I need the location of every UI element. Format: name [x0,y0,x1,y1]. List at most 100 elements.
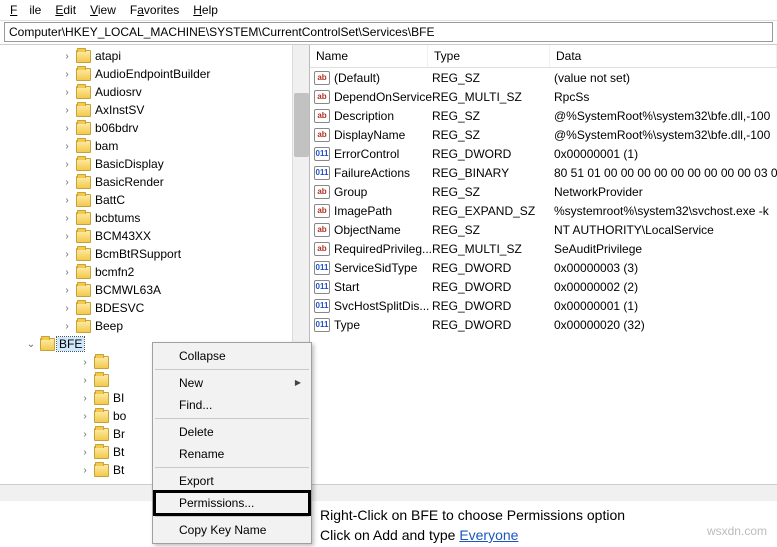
col-header-type[interactable]: Type [428,45,550,67]
ctx-collapse[interactable]: Collapse [155,345,309,367]
expand-icon[interactable]: › [60,231,74,242]
ctx-rename[interactable]: Rename [155,443,309,465]
expand-icon[interactable]: › [78,357,92,368]
tree-item[interactable]: ›AxInstSV [60,101,309,119]
folder-icon [76,50,91,63]
expand-icon[interactable]: › [60,69,74,80]
ctx-copy-key-name[interactable]: Copy Key Name [155,519,309,541]
tree-item[interactable]: › BcmBtRSupport [60,245,309,263]
value-name: Description [334,109,394,123]
col-header-data[interactable]: Data [550,45,777,67]
binary-value-icon: 011 [314,299,330,313]
expand-icon[interactable]: › [78,429,92,440]
value-row[interactable]: abImagePathREG_EXPAND_SZ%systemroot%\sys… [310,201,777,220]
menu-edit[interactable]: Edit [49,2,82,18]
list-header: Name Type Data [310,45,777,68]
string-value-icon: ab [314,185,330,199]
expand-icon[interactable]: › [78,393,92,404]
menu-help[interactable]: Help [187,2,224,18]
ctx-delete[interactable]: Delete [155,421,309,443]
folder-icon [94,464,109,477]
tree-item[interactable]: ›BasicRender [60,173,309,191]
tree-scroll-thumb[interactable] [294,93,309,157]
value-row[interactable]: ab(Default)REG_SZ(value not set) [310,68,777,87]
expand-icon[interactable]: › [60,267,74,278]
value-row[interactable]: 011SvcHostSplitDis...REG_DWORD0x00000001… [310,296,777,315]
tree-item[interactable]: ›BCM43XX [60,227,309,245]
expand-icon[interactable]: › [60,51,74,62]
address-bar[interactable]: Computer\HKEY_LOCAL_MACHINE\SYSTEM\Curre… [4,22,773,42]
expand-icon[interactable]: › [78,411,92,422]
value-name: FailureActions [334,166,410,180]
value-row[interactable]: 011TypeREG_DWORD0x00000020 (32) [310,315,777,334]
string-value-icon: ab [314,204,330,218]
value-name: RequiredPrivileg... [334,242,432,256]
folder-icon [76,248,91,261]
everyone-link[interactable]: Everyone [459,527,518,543]
expand-icon[interactable]: › [78,465,92,476]
instruction-line-1: Right-Click on BFE to choose Permissions… [320,505,771,525]
value-row[interactable]: 011ServiceSidTypeREG_DWORD0x00000003 (3) [310,258,777,277]
menu-file[interactable]: File [4,2,47,18]
expand-icon[interactable]: › [60,159,74,170]
col-header-name[interactable]: Name [310,45,428,67]
expand-icon[interactable]: › [60,105,74,116]
value-type: REG_MULTI_SZ [432,242,554,256]
tree-item-label: BcmBtRSupport [93,247,183,261]
value-data: %systemroot%\system32\svchost.exe -k [554,204,777,218]
ctx-permissions[interactable]: Permissions... [155,492,309,514]
value-row[interactable]: 011StartREG_DWORD0x00000002 (2) [310,277,777,296]
ctx-new[interactable]: New [155,372,309,394]
expand-icon[interactable]: › [60,177,74,188]
value-row[interactable]: 011ErrorControlREG_DWORD0x00000001 (1) [310,144,777,163]
folder-icon [76,194,91,207]
expand-icon[interactable]: › [60,87,74,98]
folder-icon [94,374,109,387]
string-value-icon: ab [314,71,330,85]
value-row[interactable]: abGroupREG_SZNetworkProvider [310,182,777,201]
tree-item[interactable]: ›BasicDisplay [60,155,309,173]
ctx-export[interactable]: Export [155,470,309,492]
ctx-find[interactable]: Find... [155,394,309,416]
expand-icon[interactable]: › [60,285,74,296]
tree-item[interactable]: › Audiosrv [60,83,309,101]
binary-value-icon: 011 [314,261,330,275]
tree-item[interactable]: ›bcmfn2 [60,263,309,281]
tree-item[interactable]: ›AudioEndpointBuilder [60,65,309,83]
expand-icon[interactable]: › [78,447,92,458]
value-row[interactable]: abRequiredPrivileg...REG_MULTI_SZSeAudit… [310,239,777,258]
value-type: REG_SZ [432,71,554,85]
folder-icon [40,338,55,351]
collapse-icon[interactable]: ⌄ [24,339,38,350]
value-row[interactable]: abDescriptionREG_SZ@%SystemRoot%\system3… [310,106,777,125]
folder-icon [94,356,109,369]
value-row[interactable]: abDisplayNameREG_SZ@%SystemRoot%\system3… [310,125,777,144]
expand-icon[interactable]: › [60,321,74,332]
menu-view[interactable]: View [84,2,122,18]
expand-icon[interactable]: › [60,123,74,134]
value-row[interactable]: 011FailureActionsREG_BINARY80 51 01 00 0… [310,163,777,182]
expand-icon[interactable]: › [60,249,74,260]
expand-icon[interactable]: › [60,141,74,152]
value-data: (value not set) [554,71,777,85]
value-name: Group [334,185,367,199]
value-row[interactable]: abObjectNameREG_SZNT AUTHORITY\LocalServ… [310,220,777,239]
horizontal-scrollbar[interactable] [0,484,777,501]
expand-icon[interactable]: › [60,303,74,314]
tree-item[interactable]: ›BCMWL63A [60,281,309,299]
tree-item[interactable]: ›BattC [60,191,309,209]
tree-item-label: Audiosrv [93,85,144,99]
tree-item[interactable]: ›bam [60,137,309,155]
tree-item[interactable]: ›Beep [60,317,309,335]
tree-item[interactable]: ›b06bdrv [60,119,309,137]
menu-favorites[interactable]: Favorites [124,2,185,18]
string-value-icon: ab [314,109,330,123]
expand-icon[interactable]: › [60,195,74,206]
tree-item[interactable]: ›atapi [60,47,309,65]
value-name: ServiceSidType [334,261,417,275]
expand-icon[interactable]: › [78,375,92,386]
tree-item[interactable]: ›bcbtums [60,209,309,227]
tree-item[interactable]: ›BDESVC [60,299,309,317]
value-row[interactable]: abDependOnServiceREG_MULTI_SZRpcSs [310,87,777,106]
expand-icon[interactable]: › [60,213,74,224]
